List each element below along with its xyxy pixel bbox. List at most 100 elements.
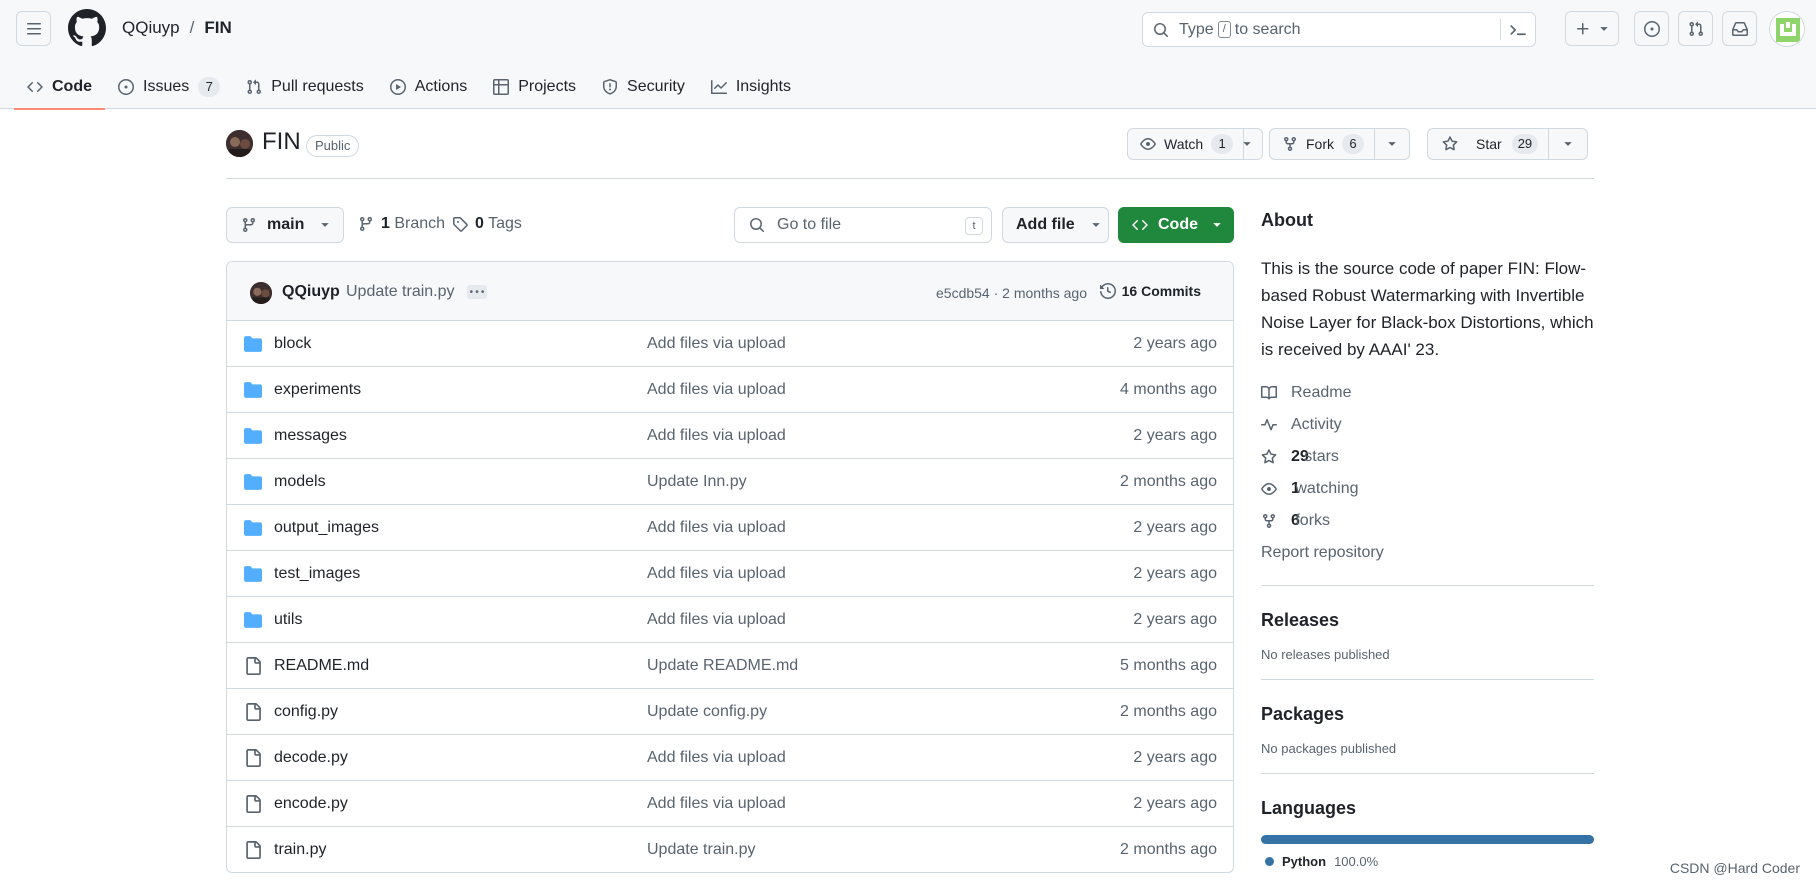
triangle-down-icon [1213, 223, 1221, 227]
file-commit-message-link[interactable]: Update config.py [647, 703, 767, 721]
breadcrumb-owner-link[interactable]: QQiuyp [122, 18, 180, 38]
activity-link[interactable]: Activity [1261, 409, 1594, 441]
go-to-file-placeholder: Go to file [777, 216, 842, 233]
file-row[interactable]: messages Add files via upload 2 years ago [227, 413, 1233, 459]
commit-message-link[interactable]: Update train.py [346, 283, 455, 301]
report-repository-link[interactable]: Report repository [1261, 537, 1594, 569]
file-name-link[interactable]: train.py [274, 841, 326, 859]
breadcrumb-repo-link[interactable]: FIN [204, 18, 231, 38]
tab-security[interactable]: Security [589, 64, 698, 109]
file-row[interactable]: test_images Add files via upload 2 years a… [227, 551, 1233, 597]
file-commit-message-link[interactable]: Update train.py [647, 841, 756, 859]
create-new-button[interactable] [1565, 11, 1619, 46]
command-palette-icon[interactable] [1509, 21, 1527, 39]
tab-projects[interactable]: Projects [480, 64, 589, 109]
shield-icon [603, 78, 618, 95]
language-item[interactable]: Python 100.0% [1261, 854, 1594, 869]
breadcrumb: QQiuyp / FIN [122, 18, 232, 38]
repo-forked-icon [1284, 137, 1296, 152]
file-name-link[interactable]: config.py [274, 703, 338, 721]
tab-actions[interactable]: Actions [377, 64, 480, 109]
packages-heading[interactable]: Packages [1261, 704, 1594, 725]
fork-button[interactable]: Fork 6 [1270, 129, 1375, 159]
commit-hash-and-time[interactable]: e5cdb54 · 2 months ago [936, 285, 1087, 301]
code-icon [1132, 219, 1148, 231]
file-row[interactable]: experiments Add files via upload 4 months … [227, 367, 1233, 413]
file-row[interactable]: block Add files via upload 2 years ago [227, 321, 1233, 367]
go-to-file-input[interactable]: Go to file t [734, 207, 992, 243]
file-row[interactable]: encode.py Add files via upload 2 years ago [227, 781, 1233, 827]
releases-empty-text: No releases published [1261, 647, 1390, 662]
file-commit-message-link[interactable]: Add files via upload [647, 749, 786, 767]
file-commit-message-link[interactable]: Add files via upload [647, 565, 786, 583]
branch-select-button[interactable]: main [226, 207, 344, 243]
pull-requests-button[interactable] [1678, 11, 1713, 46]
repo-owner-avatar[interactable] [226, 130, 253, 157]
file-name-link[interactable]: decode.py [274, 749, 348, 767]
tags-link[interactable]: 0 Tags [452, 215, 522, 233]
menu-button[interactable] [16, 11, 51, 46]
language-name: Python [1282, 854, 1327, 869]
commits-count-label: 16 Commits [1121, 283, 1201, 299]
file-name-link[interactable]: models [274, 473, 326, 491]
file-name-link[interactable]: output_images [274, 519, 379, 537]
file-name-link[interactable]: utils [274, 611, 302, 629]
file-commit-message-link[interactable]: Add files via upload [647, 427, 786, 445]
tab-issues[interactable]: Issues 7 [105, 64, 233, 109]
add-file-button[interactable]: Add file [1002, 207, 1109, 243]
file-row[interactable]: utils Add files via upload 2 years ago [227, 597, 1233, 643]
file-commit-message-link[interactable]: Add files via upload [647, 335, 786, 353]
star-dropdown-button[interactable] [1549, 129, 1587, 159]
repo-title[interactable]: FIN [262, 128, 301, 156]
file-commit-message-link[interactable]: Update Inn.py [647, 473, 747, 491]
file-name-link[interactable]: messages [274, 427, 347, 445]
tab-code[interactable]: Code [14, 64, 105, 110]
github-logo-icon[interactable] [68, 9, 106, 47]
file-commit-message-link[interactable]: Add files via upload [647, 611, 786, 629]
releases-heading[interactable]: Releases [1261, 610, 1594, 631]
commit-expand-button[interactable] [467, 285, 487, 299]
file-row[interactable]: train.py Update train.py 2 months ago [227, 827, 1233, 872]
watchers-link[interactable]: 1 watching [1261, 473, 1594, 505]
tab-pull-requests[interactable]: Pull requests [233, 64, 377, 109]
file-commit-date: 2 months ago [1120, 703, 1217, 720]
commit-author-avatar[interactable] [250, 282, 272, 304]
star-button[interactable]: Star 29 [1428, 129, 1550, 159]
file-row[interactable]: config.py Update config.py 2 months ago [227, 689, 1233, 735]
file-name-link[interactable]: README.md [274, 657, 369, 675]
code-button[interactable]: Code [1118, 207, 1234, 243]
eye-icon [1140, 138, 1156, 150]
issues-button[interactable] [1634, 11, 1669, 46]
user-avatar[interactable] [1769, 11, 1805, 47]
watch-dropdown-icon[interactable] [1242, 139, 1252, 149]
watch-button[interactable]: Watch 1 [1128, 129, 1245, 159]
file-commit-message-link[interactable]: Add files via upload [647, 519, 786, 537]
file-commit-message-link[interactable]: Update README.md [647, 657, 798, 675]
file-row[interactable]: models Update Inn.py 2 months ago [227, 459, 1233, 505]
repo-nav-tabs: Code Issues 7 Pull requests Actions Proj… [14, 64, 804, 110]
tab-insights[interactable]: Insights [698, 64, 804, 109]
file-name-link[interactable]: block [274, 335, 311, 353]
file-name-link[interactable]: experiments [274, 381, 361, 399]
readme-link[interactable]: Readme [1261, 377, 1594, 409]
file-row[interactable]: README.md Update README.md 5 months ago [227, 643, 1233, 689]
search-input[interactable]: Type / to search [1142, 12, 1536, 47]
forks-link[interactable]: 6 forks [1261, 505, 1594, 537]
branches-link[interactable]: 1 Branch [358, 215, 445, 233]
file-name-link[interactable]: test_images [274, 565, 360, 583]
commit-author-link[interactable]: QQiuyp [282, 283, 340, 301]
file-name-link[interactable]: encode.py [274, 795, 348, 813]
folder-icon [244, 427, 262, 445]
file-commit-message-link[interactable]: Add files via upload [647, 381, 786, 399]
file-commit-date: 4 months ago [1120, 381, 1217, 398]
file-row[interactable]: decode.py Add files via upload 2 years ago [227, 735, 1233, 781]
sidebar-divider [1261, 773, 1594, 774]
file-commit-message-link[interactable]: Add files via upload [647, 795, 786, 813]
stars-link[interactable]: 29 stars [1261, 441, 1594, 473]
kebab-horizontal-icon [470, 290, 484, 293]
code-button-label: Code [1158, 216, 1198, 233]
inbox-button[interactable] [1722, 11, 1757, 46]
commits-history-link[interactable]: 16 Commits [1099, 283, 1201, 299]
file-row[interactable]: output_images Add files via upload 2 years… [227, 505, 1233, 551]
fork-dropdown-button[interactable] [1375, 129, 1409, 159]
